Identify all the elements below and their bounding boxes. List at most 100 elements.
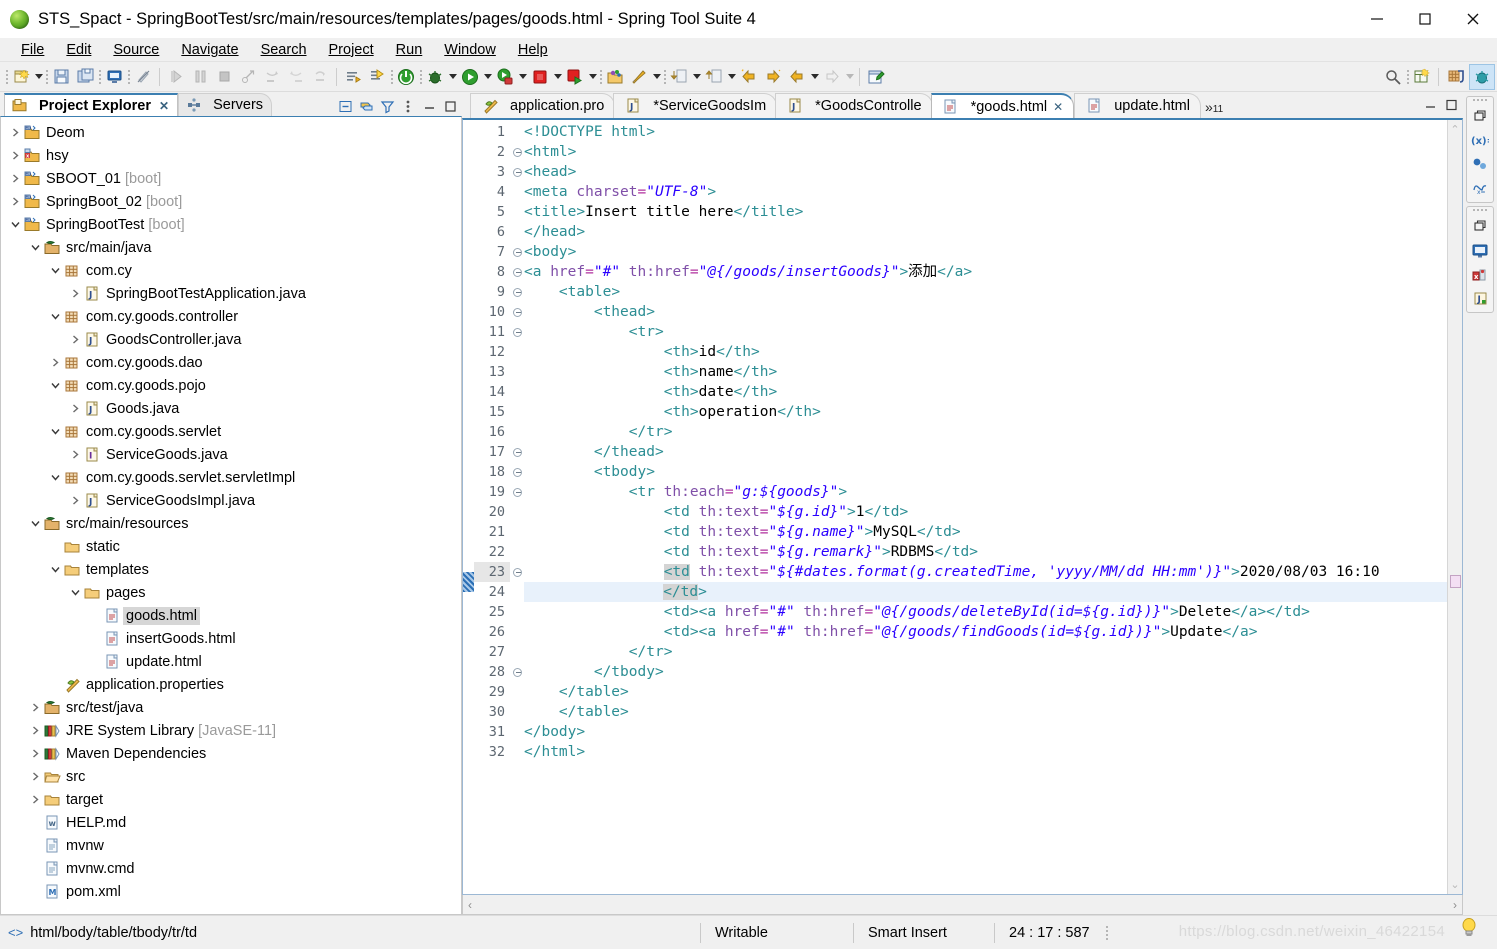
- next-edit-icon[interactable]: [761, 65, 785, 89]
- chevron-right-icon[interactable]: [27, 772, 43, 781]
- step-return-icon[interactable]: [284, 65, 308, 89]
- step-over-icon[interactable]: [188, 65, 212, 89]
- editor-tab-servicegoodsim[interactable]: J *ServiceGoodsIm: [613, 93, 778, 118]
- code-line[interactable]: <head>: [524, 162, 1447, 182]
- code-line[interactable]: <tr>: [524, 322, 1447, 342]
- problems-icon[interactable]: x: [1470, 264, 1490, 284]
- tree-item-maven-dependencies[interactable]: Maven Dependencies: [1, 742, 461, 765]
- menu-file[interactable]: File: [10, 40, 55, 60]
- filter-icon[interactable]: [379, 98, 395, 114]
- terminate-icon[interactable]: [212, 65, 236, 89]
- tree-item-templates[interactable]: templates: [1, 558, 461, 581]
- code-line[interactable]: <tr th:each="g:${goods}">: [524, 482, 1447, 502]
- editor-tab-update-html[interactable]: update.html: [1074, 93, 1201, 118]
- chevron-down-icon[interactable]: [47, 381, 63, 390]
- tree-item-update-html[interactable]: update.html: [1, 650, 461, 673]
- maximize-view-icon[interactable]: [442, 98, 458, 114]
- save-icon[interactable]: [49, 65, 73, 89]
- open-task-icon[interactable]: [702, 65, 726, 89]
- forward-dropdown[interactable]: [844, 66, 855, 88]
- chevron-right-icon[interactable]: [27, 726, 43, 735]
- open-type-dropdown[interactable]: [691, 66, 702, 88]
- editor-tab-goods-html[interactable]: *goods.html ✕: [930, 93, 1075, 118]
- scroll-left-chevron-icon[interactable]: ‹: [468, 898, 472, 912]
- menu-window[interactable]: Window: [433, 40, 507, 60]
- java-perspective-icon[interactable]: [1443, 64, 1469, 90]
- code-text[interactable]: <!DOCTYPE html> <html> <head> <meta charset…: [524, 120, 1447, 894]
- save-all-icon[interactable]: [73, 65, 97, 89]
- tree-item-jre-system-library[interactable]: JRE System Library [JavaSE-11]: [1, 719, 461, 742]
- chevron-right-icon[interactable]: [47, 358, 63, 367]
- fold-collapse-icon[interactable]: [510, 322, 524, 342]
- menu-project[interactable]: Project: [318, 40, 385, 60]
- chevron-right-icon[interactable]: [67, 404, 83, 413]
- chevron-right-icon[interactable]: [7, 197, 23, 206]
- tree-item-springboot-02[interactable]: M J SpringBoot_02 [boot]: [1, 190, 461, 213]
- forward-icon[interactable]: [820, 65, 844, 89]
- fold-collapse-icon[interactable]: [510, 142, 524, 162]
- step-into-icon[interactable]: [260, 65, 284, 89]
- code-line[interactable]: </thead>: [524, 442, 1447, 462]
- restore-icon-2[interactable]: [1470, 216, 1490, 236]
- debug-icon[interactable]: [423, 65, 447, 89]
- minimize-editor-icon[interactable]: [1424, 99, 1438, 115]
- chevron-down-icon[interactable]: [47, 312, 63, 321]
- minimize-button[interactable]: [1353, 0, 1401, 38]
- fold-collapse-icon[interactable]: [510, 662, 524, 682]
- fold-collapse-icon[interactable]: [510, 262, 524, 282]
- tree-item-goods-html[interactable]: goods.html: [1, 604, 461, 627]
- menu-navigate[interactable]: Navigate: [170, 40, 249, 60]
- link-with-editor-icon[interactable]: [358, 98, 374, 114]
- code-line[interactable]: </head>: [524, 222, 1447, 242]
- new-java-class-icon[interactable]: [627, 65, 651, 89]
- new-dialog-icon[interactable]: [1410, 65, 1434, 89]
- code-line[interactable]: <td th:text="${g.id}">1</td>: [524, 502, 1447, 522]
- chevron-down-icon[interactable]: [47, 266, 63, 275]
- code-line[interactable]: <td th:text="${g.name}">MySQL</td>: [524, 522, 1447, 542]
- tree-item-src[interactable]: src: [1, 765, 461, 788]
- code-line[interactable]: </table>: [524, 682, 1447, 702]
- chevron-right-icon[interactable]: [27, 749, 43, 758]
- tree-item-goodscontroller-java[interactable]: J GoodsController.java: [1, 328, 461, 351]
- tab-project-explorer[interactable]: Project Explorer ✕: [4, 93, 179, 116]
- chevron-right-icon[interactable]: [67, 496, 83, 505]
- chevron-down-icon[interactable]: [27, 243, 43, 252]
- code-line[interactable]: </tr>: [524, 422, 1447, 442]
- search-icon[interactable]: [1381, 65, 1405, 89]
- relaunch-dropdown[interactable]: [587, 66, 598, 88]
- back-icon[interactable]: [785, 65, 809, 89]
- tree-item-servicegoodsimpl-java[interactable]: J ServiceGoodsImpl.java: [1, 489, 461, 512]
- chevron-right-icon[interactable]: [7, 174, 23, 183]
- code-line[interactable]: <td><a href="#" th:href="@{/goods/findGo…: [524, 622, 1447, 642]
- tree-item-pages[interactable]: pages: [1, 581, 461, 604]
- maximize-editor-icon[interactable]: [1445, 99, 1459, 115]
- tree-item-static[interactable]: static: [1, 535, 461, 558]
- scroll-right-chevron-icon[interactable]: ›: [1453, 898, 1457, 912]
- open-type-icon[interactable]: [667, 65, 691, 89]
- code-line[interactable]: <title>Insert title here</title>: [524, 202, 1447, 222]
- new-wizard-dropdown[interactable]: [33, 66, 44, 88]
- tree-item-springboottest[interactable]: M J SpringBootTest [boot]: [1, 213, 461, 236]
- chevron-down-icon[interactable]: [47, 427, 63, 436]
- code-line[interactable]: <th>date</th>: [524, 382, 1447, 402]
- code-line[interactable]: <table>: [524, 282, 1447, 302]
- chevron-right-icon[interactable]: [27, 703, 43, 712]
- menu-search[interactable]: Search: [250, 40, 318, 60]
- code-line[interactable]: <a href="#" th:href="@{/goods/insertGood…: [524, 262, 1447, 282]
- stop-dropdown[interactable]: [552, 66, 563, 88]
- chevron-right-icon[interactable]: [67, 450, 83, 459]
- fold-collapse-icon[interactable]: [510, 462, 524, 482]
- skip-breakpoints-icon[interactable]: [236, 65, 260, 89]
- menu-run[interactable]: Run: [385, 40, 434, 60]
- tree-item-com-cy-goods-dao[interactable]: com.cy.goods.dao: [1, 351, 461, 374]
- chevron-right-icon[interactable]: [67, 335, 83, 344]
- menu-edit[interactable]: Edit: [55, 40, 102, 60]
- run-last-tool-icon[interactable]: [164, 65, 188, 89]
- run-as-spring-dropdown[interactable]: [517, 66, 528, 88]
- drop-to-frame-icon[interactable]: [308, 65, 332, 89]
- code-line[interactable]: <html>: [524, 142, 1447, 162]
- expressions-icon[interactable]: x=: [1470, 178, 1490, 198]
- close-button[interactable]: [1449, 0, 1497, 38]
- editor-tab-overflow-button[interactable]: » 11: [1199, 99, 1229, 118]
- fold-collapse-icon[interactable]: [510, 482, 524, 502]
